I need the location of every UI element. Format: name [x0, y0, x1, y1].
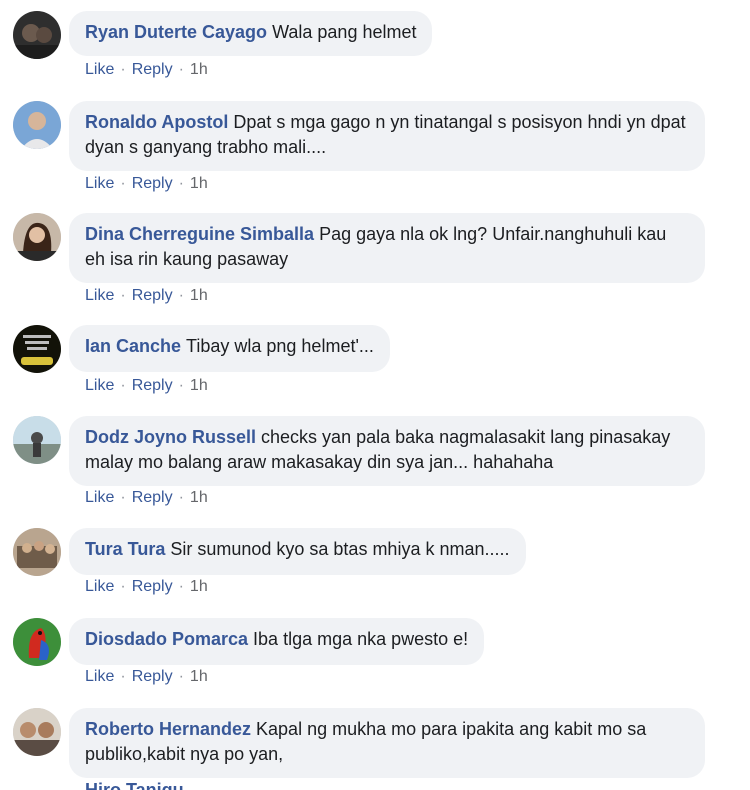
commenter-name[interactable]: Roberto Hernandez [85, 719, 251, 739]
commenter-name[interactable]: Dina Cherreguine Simballa [85, 224, 314, 244]
separator: · [178, 61, 184, 78]
separator: · [178, 578, 184, 595]
like-link[interactable]: Like [85, 668, 114, 685]
like-link[interactable]: Like [85, 377, 114, 394]
comment-actions: Like · Reply · 1h [85, 578, 208, 596]
comment-bubble: Ronaldo Apostol Dpat s mga gago n yn tina… [69, 101, 705, 171]
commenter-name[interactable]: Dodz Joyno Russell [85, 427, 256, 447]
comment-actions: Like · Reply · 1h [85, 668, 208, 686]
like-link[interactable]: Like [85, 578, 114, 595]
separator: · [178, 668, 184, 685]
comment-actions: Like · Reply · 1h [85, 175, 208, 193]
avatar[interactable] [13, 416, 61, 464]
commenter-name[interactable]: Tura Tura [85, 539, 165, 559]
comment-text: Iba tlga mga nka pwesto e! [253, 629, 469, 649]
separator: · [120, 668, 126, 685]
reply-link[interactable]: Reply [132, 287, 173, 304]
comment-bubble: Ryan Duterte Cayago Wala pang helmet [69, 11, 433, 56]
separator: · [120, 175, 126, 192]
like-link[interactable]: Like [85, 175, 114, 192]
like-link[interactable]: Like [85, 61, 114, 78]
timestamp[interactable]: 1h [190, 668, 208, 685]
timestamp[interactable]: 1h [190, 578, 208, 595]
separator: · [120, 287, 126, 304]
comment-actions: Like · Reply · 1h [85, 489, 208, 507]
comment-bubble: Tura Tura Sir sumunod kyo sa btas mhiya k… [69, 528, 526, 575]
like-link[interactable]: Like [85, 287, 114, 304]
avatar[interactable] [13, 618, 61, 666]
separator: · [120, 61, 126, 78]
commenter-name[interactable]: Ronaldo Apostol [85, 112, 228, 132]
commenter-name[interactable]: Diosdado Pomarca [85, 629, 248, 649]
separator: · [178, 287, 184, 304]
reply-link[interactable]: Reply [132, 668, 173, 685]
comment-actions: Like · Reply · 1h [85, 287, 208, 305]
comment-bubble: Ian Canche Tibay wla png helmet'... [69, 325, 390, 372]
timestamp[interactable]: 1h [190, 287, 208, 304]
avatar[interactable] [13, 708, 61, 756]
timestamp[interactable]: 1h [190, 377, 208, 394]
comment-text: Wala pang helmet [272, 22, 417, 42]
comment-bubble: Roberto Hernandez Kapal ng mukha mo para … [69, 708, 705, 778]
comment-actions: Like · Reply · 1h [85, 61, 208, 79]
timestamp[interactable]: 1h [190, 61, 208, 78]
reply-link[interactable]: Reply [132, 175, 173, 192]
like-link[interactable]: Like [85, 489, 114, 506]
comment-bubble: Diosdado Pomarca Iba tlga mga nka pwesto … [69, 618, 485, 665]
separator: · [178, 489, 184, 506]
separator: · [178, 175, 184, 192]
commenter-name[interactable]: Ian Canche [85, 336, 181, 356]
separator: · [178, 377, 184, 394]
comment-actions: Like · Reply · 1h [85, 377, 208, 395]
avatar[interactable] [13, 11, 61, 59]
commenter-name[interactable]: Ryan Duterte Cayago [85, 22, 267, 42]
reply-link[interactable]: Reply [132, 377, 173, 394]
reply-link[interactable]: Reply [132, 489, 173, 506]
avatar[interactable] [13, 325, 61, 373]
comment-bubble: Dina Cherreguine Simballa Pag gaya nla ok… [69, 213, 705, 283]
cut-off-commenter-name[interactable]: Hiro Tanigu [85, 778, 245, 790]
reply-link[interactable]: Reply [132, 578, 173, 595]
comment-text: Sir sumunod kyo sa btas mhiya k nman....… [170, 539, 510, 559]
separator: · [120, 489, 126, 506]
comment-bubble: Dodz Joyno Russell checks yan pala baka n… [69, 416, 705, 486]
separator: · [120, 377, 126, 394]
separator: · [120, 578, 126, 595]
comment-text: Tibay wla png helmet'... [186, 336, 374, 356]
timestamp[interactable]: 1h [190, 489, 208, 506]
avatar[interactable] [13, 101, 61, 149]
avatar[interactable] [13, 213, 61, 261]
timestamp[interactable]: 1h [190, 175, 208, 192]
avatar[interactable] [13, 528, 61, 576]
reply-link[interactable]: Reply [132, 61, 173, 78]
